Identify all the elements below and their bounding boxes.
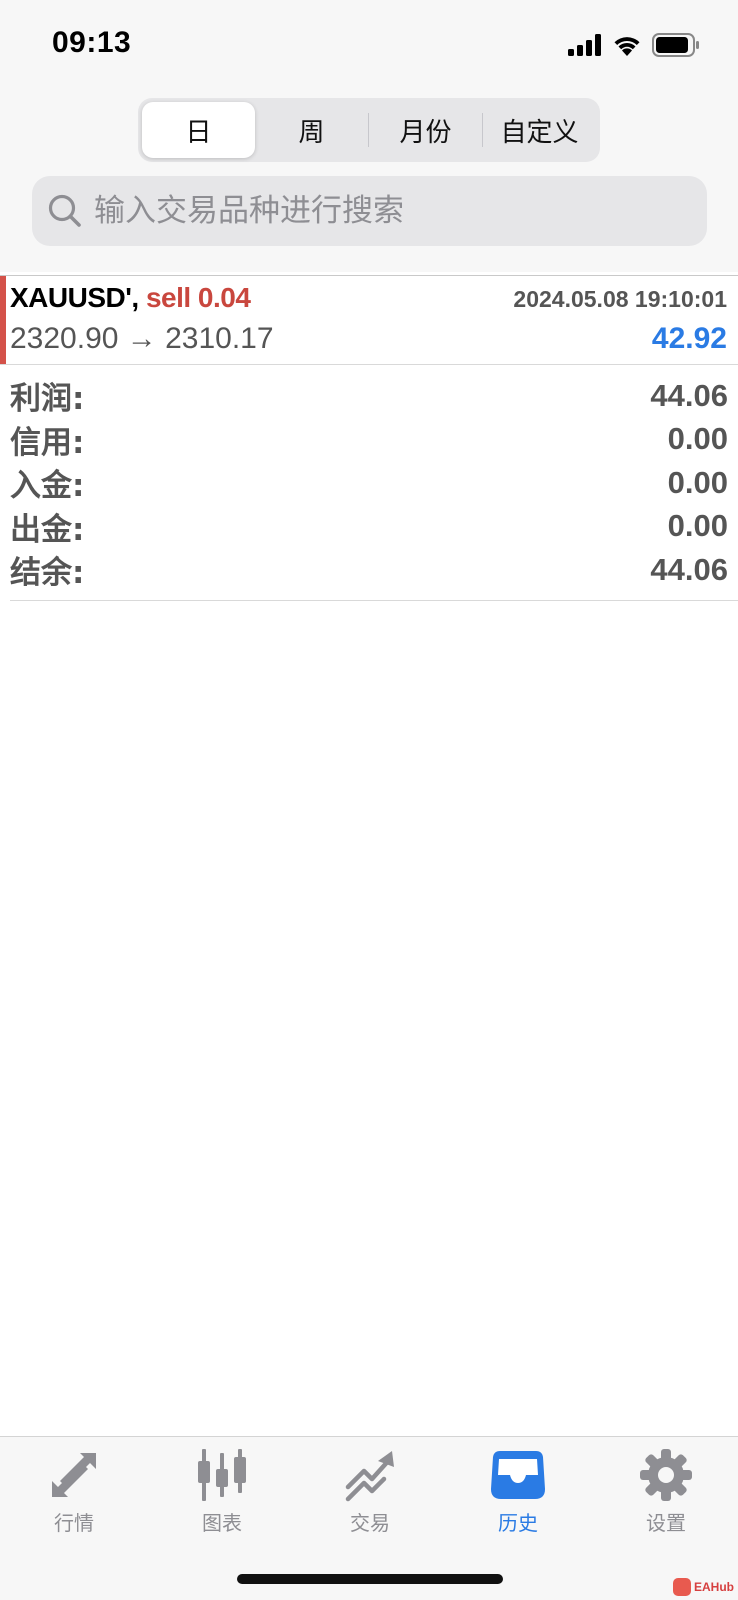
quotes-icon <box>52 1453 96 1497</box>
watermark: EAHub <box>673 1576 734 1598</box>
tab-history[interactable]: 历史 <box>444 1447 592 1547</box>
tab-label: 图表 <box>202 1511 242 1535</box>
settings-icon <box>640 1449 692 1501</box>
deal-row[interactable]: XAUUSD', sell 0.04 2024.05.08 19:10:01 2… <box>0 276 738 364</box>
summary-row-credit: 信用: 0.00 <box>10 418 728 462</box>
summary-label: 结余: <box>10 555 85 592</box>
deal-profit: 42.92 <box>651 322 727 355</box>
segment-day[interactable]: 日 <box>142 102 255 158</box>
battery-icon <box>652 33 699 57</box>
home-indicator <box>237 1574 503 1584</box>
wifi-icon <box>614 37 640 56</box>
summary-row-profit: 利润: 44.06 <box>10 374 728 418</box>
tab-label: 历史 <box>498 1511 538 1535</box>
status-time: 09:13 <box>52 26 132 59</box>
summary-value: 44.06 <box>650 377 728 413</box>
summary-row-withdrawal: 出金: 0.00 <box>10 505 728 549</box>
summary-value: 0.00 <box>667 464 728 500</box>
sell-indicator-bar <box>0 276 6 364</box>
account-summary: 利润: 44.06 信用: 0.00 入金: 0.00 出金: 0.00 结余:… <box>10 374 728 592</box>
segment-month[interactable]: 月份 <box>369 102 482 158</box>
status-bar: 09:13 <box>0 0 738 90</box>
period-segmented-control: 日 周 月份 自定义 <box>138 98 600 162</box>
summary-divider <box>10 600 738 601</box>
search-input[interactable] <box>94 176 707 246</box>
tab-trade[interactable]: 交易 <box>296 1447 444 1547</box>
summary-value: 44.06 <box>650 551 728 587</box>
tab-settings[interactable]: 设置 <box>592 1447 738 1547</box>
summary-row-deposit: 入金: 0.00 <box>10 461 728 505</box>
deal-divider <box>0 364 738 365</box>
segment-custom[interactable]: 自定义 <box>483 102 596 158</box>
tab-label: 交易 <box>350 1511 390 1535</box>
summary-label: 信用: <box>10 424 85 461</box>
status-icons <box>568 30 700 60</box>
summary-value: 0.00 <box>667 421 728 457</box>
tab-chart[interactable]: 图表 <box>148 1447 296 1547</box>
deal-symbol: XAUUSD', <box>10 282 139 313</box>
deal-time: 2024.05.08 19:10:01 <box>513 286 727 312</box>
eahub-logo-icon <box>673 1578 691 1596</box>
header: 09:13 日 周 月份 自定义 输入交易品种进行搜索 <box>0 0 738 272</box>
history-icon <box>491 1451 545 1499</box>
summary-label: 入金: <box>10 468 85 505</box>
search-bar[interactable] <box>32 176 707 246</box>
summary-value: 0.00 <box>667 508 728 544</box>
summary-label: 出金: <box>10 511 85 548</box>
deal-title: XAUUSD', sell 0.04 <box>10 282 251 314</box>
cellular-signal-icon <box>568 34 601 56</box>
trade-icon <box>345 1451 394 1502</box>
search-icon <box>48 194 81 227</box>
history-screen: 09:13 日 周 月份 自定义 输入交易品种进行搜索 XAUUSD', sel… <box>0 0 738 1600</box>
summary-row-balance: 结余: 44.06 <box>10 548 728 592</box>
watermark-text: EAHub <box>694 1580 734 1594</box>
tab-quotes[interactable]: 行情 <box>0 1447 148 1547</box>
deal-side: sell 0.04 <box>145 282 251 313</box>
segment-week[interactable]: 周 <box>255 102 368 158</box>
tab-label: 设置 <box>646 1511 686 1535</box>
chart-icon <box>198 1449 246 1501</box>
tab-label: 行情 <box>54 1511 94 1535</box>
summary-label: 利润: <box>10 381 85 418</box>
deal-prices: 2320.90 → 2310.17 <box>10 322 274 355</box>
